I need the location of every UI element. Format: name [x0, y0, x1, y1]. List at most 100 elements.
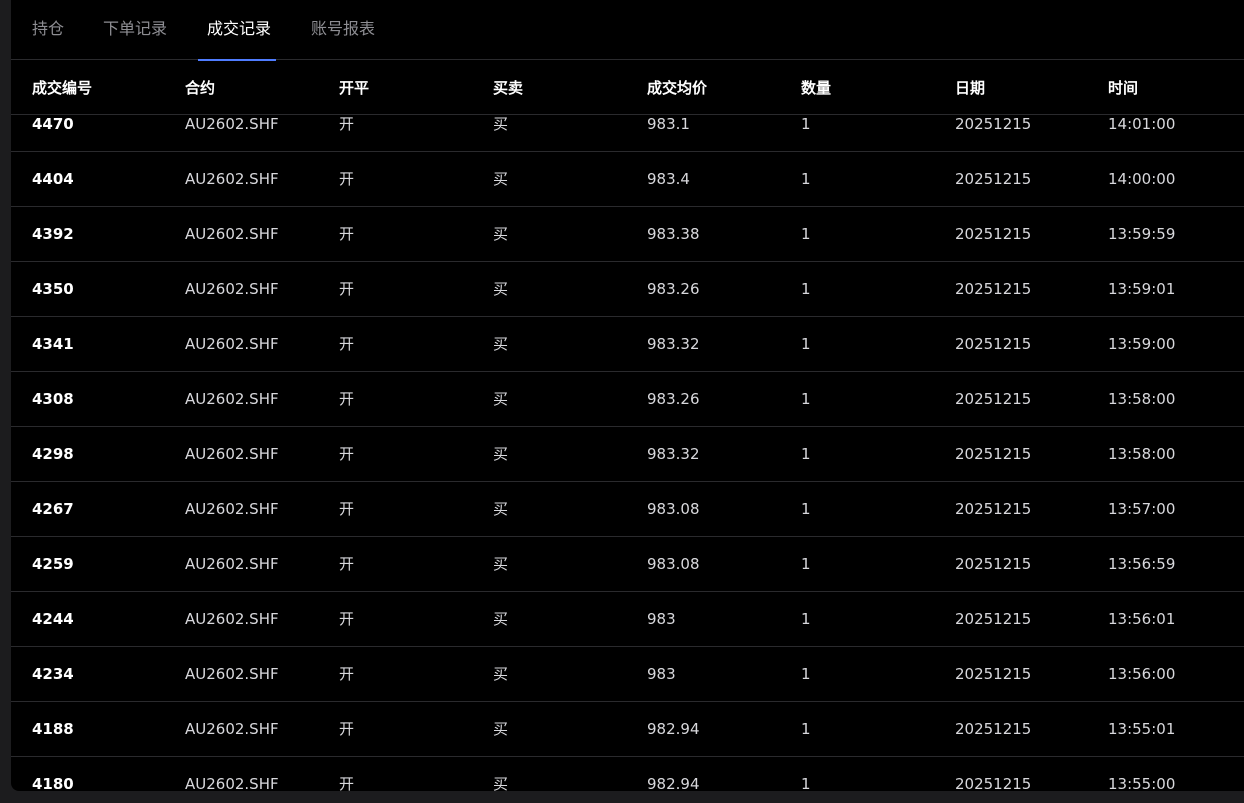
column-header-buy-sell[interactable]: 买卖	[493, 61, 523, 115]
cell-contract: AU2602.SHF	[185, 170, 279, 188]
cell-quantity: 1	[801, 720, 811, 738]
cell-date: 20251215	[955, 170, 1032, 188]
cell-avg-price: 983.4	[647, 170, 690, 188]
cell-buy-sell: 买	[493, 500, 509, 518]
table-rows: 4470 AU2602.SHF 开买 983.1 1 20251215 14:01:00 44…	[11, 115, 1244, 791]
cell-avg-price: 982.94	[647, 775, 700, 791]
tab-account-report[interactable]: 账号报表	[311, 0, 375, 60]
cell-avg-price: 983	[647, 665, 676, 683]
cell-time: 14:00:00	[1108, 170, 1176, 188]
cell-trade-id: 4341	[32, 335, 74, 353]
tab-trade-records[interactable]: 成交记录	[198, 0, 277, 61]
cell-avg-price: 983.32	[647, 445, 700, 463]
cell-buy-sell: 买	[493, 225, 509, 243]
cell-date: 20251215	[955, 720, 1032, 738]
cell-avg-price: 983.26	[647, 280, 700, 298]
cell-time: 13:59:01	[1108, 280, 1176, 298]
table-row[interactable]: 4244 AU2602.SHF 开 买 983 1 20251215 13:56:01	[11, 592, 1244, 647]
cell-buy-sell: 买	[493, 555, 509, 573]
cell-time: 13:56:00	[1108, 665, 1176, 683]
cell-quantity: 1	[801, 665, 811, 683]
cell-quantity: 1	[801, 775, 811, 791]
cell-date: 20251215	[955, 665, 1032, 683]
cell-trade-id: 4392	[32, 225, 74, 243]
table-row[interactable]: 4267 AU2602.SHF 开 买 983.08 1 20251215 13:57:00	[11, 482, 1244, 537]
table-row[interactable]: 4188 AU2602.SHF 开 买 982.94 1 20251215 13:55:01	[11, 702, 1244, 757]
cell-trade-id: 4308	[32, 390, 74, 408]
tab-positions[interactable]: 持仓	[32, 0, 64, 60]
cell-time: 13:55:01	[1108, 720, 1176, 738]
table-row[interactable]: 4404 AU2602.SHF 开 买 983.4 1 20251215 14:00:00	[11, 152, 1244, 207]
cell-quantity: 1	[801, 610, 811, 628]
cell-avg-price: 983.26	[647, 390, 700, 408]
column-header-contract[interactable]: 合约	[185, 61, 215, 115]
cell-contract: AU2602.SHF	[185, 610, 279, 628]
cell-date: 20251215	[955, 500, 1032, 518]
cell-contract: AU2602.SHF	[185, 280, 279, 298]
cell-trade-id: 4244	[32, 610, 74, 628]
cell-buy-sell: 买	[493, 720, 509, 738]
column-header-open-close[interactable]: 开平	[339, 61, 369, 115]
table-row[interactable]: 4180 AU2602.SHF 开 买 982.94 1 20251215 13:55:00	[11, 757, 1244, 791]
cell-time: 13:57:00	[1108, 500, 1176, 518]
table-body[interactable]: 4470 AU2602.SHF 开买 983.1 1 20251215 14:01:00 44…	[11, 115, 1244, 791]
cell-contract: AU2602.SHF	[185, 445, 279, 463]
cell-contract: AU2602.SHF	[185, 555, 279, 573]
cell-quantity: 1	[801, 115, 811, 133]
cell-buy-sell: 买	[493, 775, 509, 791]
cell-date: 20251215	[955, 115, 1032, 133]
cell-quantity: 1	[801, 555, 811, 573]
table-row[interactable]: 4298 AU2602.SHF 开 买 983.32 1 20251215 13:58:00	[11, 427, 1244, 482]
column-header-trade-id[interactable]: 成交编号	[32, 61, 92, 115]
cell-trade-id: 4188	[32, 720, 74, 738]
tab-order-records[interactable]: 下单记录	[103, 0, 167, 60]
cell-quantity: 1	[801, 335, 811, 353]
cell-buy-sell: 买	[493, 170, 509, 188]
table-row[interactable]: 4350 AU2602.SHF 开 买 983.26 1 20251215 13:59:01	[11, 262, 1244, 317]
trade-records-panel: 持仓 下单记录 成交记录 账号报表 成交编号 合约 开平 买卖 成交均价 数量 …	[11, 0, 1244, 791]
cell-open-close: 开	[339, 720, 355, 738]
cell-quantity: 1	[801, 500, 811, 518]
column-header-quantity[interactable]: 数量	[801, 61, 831, 115]
column-header-date[interactable]: 日期	[955, 61, 985, 115]
cell-open-close: 开	[339, 500, 355, 518]
table-row[interactable]: 4470 AU2602.SHF 开 买 983.1 1 20251215 14:01:00	[11, 115, 1244, 152]
cell-buy-sell: 买	[493, 610, 509, 628]
cell-date: 20251215	[955, 445, 1032, 463]
cell-buy-sell: 买	[493, 115, 509, 133]
cell-avg-price: 983.08	[647, 500, 700, 518]
column-header-time[interactable]: 时间	[1108, 61, 1138, 115]
cell-avg-price: 983.08	[647, 555, 700, 573]
cell-contract: AU2602.SHF	[185, 775, 279, 791]
cell-avg-price: 983.1	[647, 115, 690, 133]
cell-buy-sell: 买	[493, 335, 509, 353]
cell-contract: AU2602.SHF	[185, 720, 279, 738]
cell-open-close: 开	[339, 555, 355, 573]
cell-date: 20251215	[955, 610, 1032, 628]
cell-time: 13:58:00	[1108, 445, 1176, 463]
tab-trade-records-label: 成交记录	[207, 19, 272, 38]
cell-avg-price: 982.94	[647, 720, 700, 738]
cell-buy-sell: 买	[493, 665, 509, 683]
tab-bar: 持仓 下单记录 成交记录 账号报表	[11, 0, 1244, 61]
cell-trade-id: 4404	[32, 170, 74, 188]
table-row[interactable]: 4341 AU2602.SHF 开 买 983.32 1 20251215 13:59:00	[11, 317, 1244, 372]
cell-trade-id: 4234	[32, 665, 74, 683]
cell-open-close: 开	[339, 775, 355, 791]
cell-date: 20251215	[955, 335, 1032, 353]
column-header-avg-price[interactable]: 成交均价	[647, 61, 707, 115]
cell-contract: AU2602.SHF	[185, 115, 279, 133]
table-row[interactable]: 4234 AU2602.SHF 开 买 983 1 20251215 13:56:00	[11, 647, 1244, 702]
cell-time: 13:56:59	[1108, 555, 1176, 573]
cell-open-close: 开	[339, 280, 355, 298]
table-row[interactable]: 4392 AU2602.SHF 开 买 983.38 1 20251215 13:59:59	[11, 207, 1244, 262]
cell-open-close: 开	[339, 225, 355, 243]
cell-time: 13:56:01	[1108, 610, 1176, 628]
cell-open-close: 开	[339, 610, 355, 628]
cell-avg-price: 983	[647, 610, 676, 628]
table-row[interactable]: 4308 AU2602.SHF 开 买 983.26 1 20251215 13:58:00	[11, 372, 1244, 427]
cell-open-close: 开	[339, 390, 355, 408]
cell-date: 20251215	[955, 775, 1032, 791]
table-row[interactable]: 4259 AU2602.SHF 开 买 983.08 1 20251215 13:56:59	[11, 537, 1244, 592]
cell-trade-id: 4298	[32, 445, 74, 463]
